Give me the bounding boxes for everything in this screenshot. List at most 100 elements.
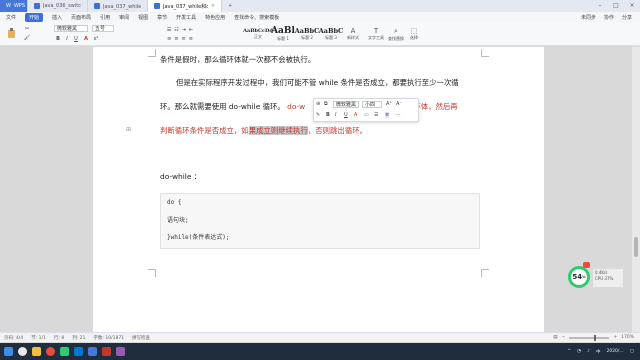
- volume-icon[interactable]: ♪: [587, 349, 590, 354]
- align-right-icon[interactable]: ≡: [182, 36, 186, 42]
- copy-icon[interactable]: ⧉: [324, 101, 328, 107]
- menu-item-section[interactable]: 章节: [157, 14, 167, 21]
- tab-wps-home[interactable]: W WPS: [0, 0, 28, 12]
- tray-arrow-icon[interactable]: ^: [567, 349, 571, 354]
- tab-document-3-active[interactable]: Java_037_while和dowhile循环 ×: [148, 0, 222, 12]
- font-name-select[interactable]: 微软雅黑: [54, 25, 88, 32]
- page-indicator[interactable]: 页码: 4/4: [4, 335, 23, 341]
- justify-icon[interactable]: ≡: [189, 36, 193, 42]
- scrollbar-thumb[interactable]: [634, 237, 638, 257]
- shrink-font-icon[interactable]: A⁻: [396, 101, 402, 107]
- indent-icon[interactable]: ⇥: [182, 27, 186, 33]
- mini-bold-button[interactable]: B: [326, 112, 330, 118]
- paragraph-marker-icon[interactable]: ⊞: [126, 126, 131, 133]
- style-heading-3[interactable]: AaBbC 标题 3: [319, 24, 343, 44]
- superscript-button[interactable]: x²: [92, 35, 100, 42]
- mini-highlight-button[interactable]: ▭: [364, 112, 369, 118]
- collaborate-button[interactable]: 协作: [604, 14, 614, 21]
- style-name: 标题 1: [277, 36, 289, 41]
- app-icon[interactable]: [116, 347, 125, 356]
- menu-item-view[interactable]: 视图: [138, 14, 148, 21]
- font-size-select[interactable]: 五号: [92, 25, 114, 32]
- selected-text[interactable]: 果成立则继续执行: [248, 126, 308, 135]
- mini-italic-button[interactable]: I: [335, 112, 336, 118]
- mini-font-color-button[interactable]: A: [354, 112, 357, 118]
- number-list-icon[interactable]: ☷: [174, 27, 178, 33]
- underline-button[interactable]: U: [72, 35, 80, 42]
- word-count[interactable]: 字数: 10/1871: [93, 335, 124, 341]
- zoom-level[interactable]: 170%: [621, 335, 634, 340]
- search-icon: ⌕: [394, 26, 398, 35]
- align-center-icon[interactable]: ≡: [174, 36, 178, 42]
- recorder-icon[interactable]: [102, 347, 111, 356]
- find-replace-button[interactable]: ⌕ 查找替换: [387, 24, 405, 44]
- menu-item-special[interactable]: 特色应用: [205, 14, 225, 21]
- menu-item-review[interactable]: 审阅: [119, 14, 129, 21]
- style-icon[interactable]: ⊕: [316, 101, 320, 107]
- italic-button[interactable]: I: [63, 35, 71, 42]
- menu-item-file[interactable]: 文件: [6, 14, 16, 21]
- menu-item-references[interactable]: 引用: [100, 14, 110, 21]
- code-block: do { 语句块; }while(条件表达式);: [160, 193, 480, 249]
- select-label: 选择: [410, 35, 418, 40]
- mini-font-select[interactable]: 微软雅黑: [333, 101, 359, 108]
- mini-list-icon[interactable]: ☰: [374, 112, 378, 118]
- menu-item-insert[interactable]: 插入: [52, 14, 62, 21]
- font-color-button[interactable]: A: [82, 35, 90, 42]
- menu-item-home[interactable]: 开始: [25, 12, 44, 22]
- format-painter-icon[interactable]: 🖌: [22, 34, 32, 41]
- tab-document-2[interactable]: Java_037_while循环.docx: [88, 0, 148, 12]
- paste-button[interactable]: [4, 25, 18, 41]
- zoom-in-icon[interactable]: +: [613, 335, 617, 340]
- text-tool-icon: T: [373, 27, 379, 35]
- input-language[interactable]: 中: [596, 349, 601, 355]
- zoom-slider[interactable]: [569, 334, 610, 341]
- minimize-icon[interactable]: –: [592, 0, 608, 12]
- cut-icon[interactable]: ✂: [22, 25, 32, 32]
- mini-align-icon[interactable]: ≡: [385, 112, 390, 118]
- zoom-out-icon[interactable]: −: [562, 335, 566, 340]
- brush-icon[interactable]: ✎: [316, 112, 320, 118]
- document-page[interactable]: 条件是假时，那么循环体就一次都不会被执行。 但是在实际程序开发过程中，我们可能不…: [93, 47, 544, 332]
- text-tool-button[interactable]: T 文字工具: [367, 24, 385, 44]
- align-left-icon[interactable]: ≡: [167, 36, 171, 42]
- outdent-icon[interactable]: ⇤: [189, 27, 193, 33]
- code-line: do {: [167, 199, 182, 206]
- new-tab-button[interactable]: +: [222, 0, 238, 12]
- clock[interactable]: 2020/...: [606, 349, 623, 354]
- grow-font-icon[interactable]: A⁺: [386, 101, 392, 107]
- style-heading-2[interactable]: AaBbC 标题 2: [295, 24, 319, 44]
- maximize-icon[interactable]: □: [608, 0, 624, 12]
- menu-search[interactable]: 查找命令、搜索模板: [234, 14, 279, 21]
- close-tab-icon[interactable]: ×: [211, 3, 215, 9]
- mini-size-select[interactable]: 小四: [362, 101, 382, 108]
- bold-button[interactable]: B: [54, 35, 62, 42]
- app-icon[interactable]: [60, 347, 69, 356]
- search-icon[interactable]: [18, 347, 27, 356]
- vertical-scrollbar[interactable]: [632, 47, 640, 332]
- browser-icon[interactable]: [46, 347, 55, 356]
- mini-more-icon[interactable]: ⋯: [396, 112, 401, 118]
- sync-status[interactable]: 未同步: [581, 14, 596, 21]
- menu-item-developer[interactable]: 开发工具: [176, 14, 196, 21]
- zoom-slider-handle[interactable]: [594, 334, 597, 341]
- share-button[interactable]: 分享: [622, 14, 632, 21]
- start-icon[interactable]: [4, 347, 13, 356]
- new-style-button[interactable]: A 新样式: [344, 24, 362, 44]
- style-normal[interactable]: AaBbCcDd 正文: [243, 24, 273, 44]
- spell-check[interactable]: 拼写检查: [132, 335, 150, 341]
- tab-document-1[interactable]: Java_036_switch_case.docx: [28, 0, 88, 12]
- style-heading-1[interactable]: AaBl 标题 1: [271, 24, 295, 44]
- bullet-list-icon[interactable]: ☰: [167, 27, 171, 33]
- mini-underline-button[interactable]: U: [344, 112, 348, 118]
- network-speed-widget[interactable]: 54% 0.4K/s CPU 37%: [568, 265, 623, 291]
- menu-item-layout[interactable]: 页面布局: [71, 14, 91, 21]
- edge-icon[interactable]: [74, 347, 83, 356]
- view-mode-icon[interactable]: ▤: [553, 335, 557, 340]
- close-window-icon[interactable]: ×: [624, 0, 640, 12]
- network-icon[interactable]: ◔: [577, 349, 581, 354]
- file-explorer-icon[interactable]: [32, 347, 41, 356]
- notification-icon[interactable]: ▢: [630, 349, 634, 354]
- wps-taskbar-icon[interactable]: [88, 347, 97, 356]
- select-button[interactable]: ⬚ 选择: [407, 24, 421, 44]
